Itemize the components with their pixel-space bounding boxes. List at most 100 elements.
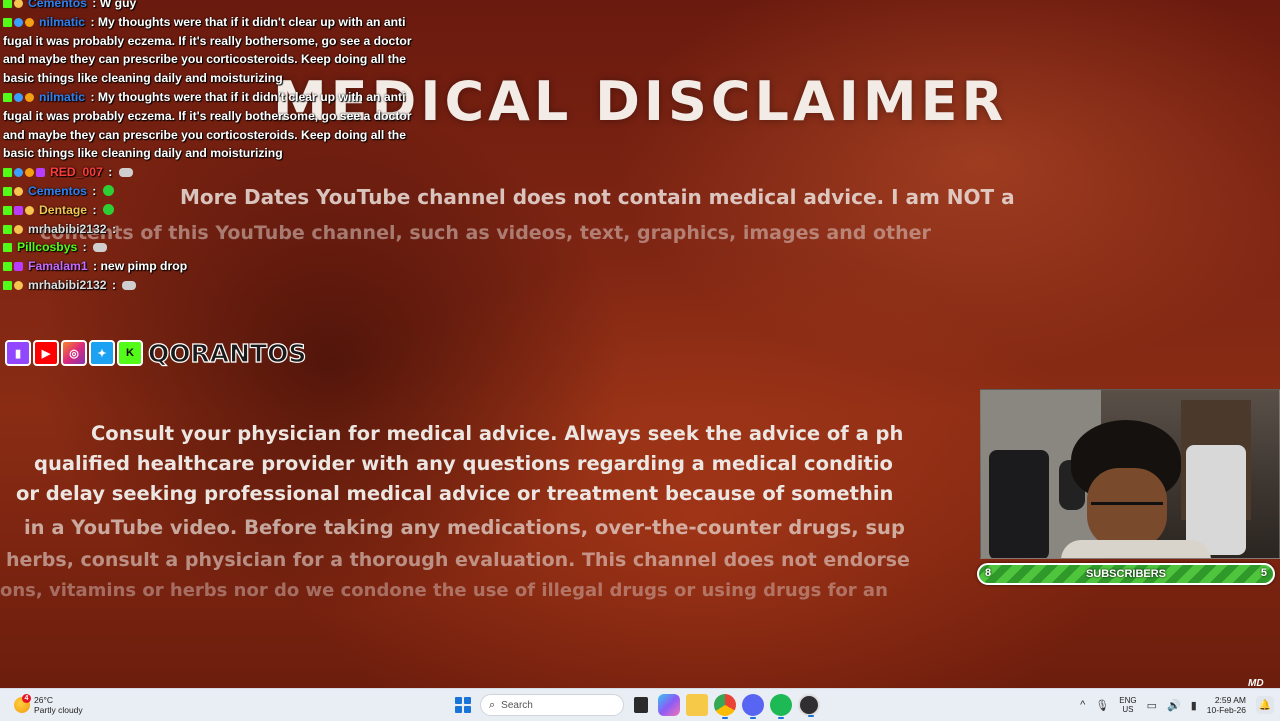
chat-username[interactable]: Cementos	[28, 184, 87, 198]
taskbar-apps: ⌕ Search	[452, 692, 820, 719]
chat-badges	[3, 163, 47, 182]
search-icon: ⌕	[489, 698, 496, 711]
kick-badge-icon	[3, 243, 12, 253]
kick-badge-icon	[3, 186, 12, 196]
chat-message: mrhabibi2132 :	[3, 220, 433, 239]
kick-badge-icon	[3, 168, 12, 178]
clock-time: 2:59 AM	[1214, 695, 1246, 705]
chat-separator: :	[108, 221, 117, 236]
chat-text: W guy	[99, 0, 137, 10]
emote-icon	[122, 280, 137, 290]
chat-message: Cementos : W guy	[3, 0, 433, 13]
webcam-feed	[980, 389, 1280, 559]
weather-badge: 4	[22, 694, 31, 703]
language-indicator[interactable]: ENG US	[1119, 696, 1136, 714]
moon-badge-icon	[14, 186, 23, 196]
emote-icon	[102, 203, 114, 215]
chat-separator: :	[88, 0, 100, 10]
subscriber-label: SUBSCRIBERS	[1085, 568, 1167, 580]
chat-message: Famalam1 : new pimp drop	[3, 257, 433, 276]
spotify-icon[interactable]	[770, 694, 792, 719]
copilot-icon[interactable]	[658, 694, 680, 716]
kick-badge-icon	[3, 280, 12, 290]
kick-badge-icon	[3, 262, 12, 272]
subscriber-goal-bar: 8 SUBSCRIBERS 5	[977, 563, 1275, 585]
chat-username[interactable]: Famalam1	[28, 259, 88, 273]
network-icon[interactable]: ▭	[1147, 699, 1157, 712]
weather-temp: 26°C	[34, 695, 53, 705]
gem-badge-icon	[14, 17, 23, 27]
youtube-icon: ▶	[33, 340, 59, 366]
video-text-line: or delay seeking professional medical ad…	[16, 482, 894, 505]
chat-badges	[3, 238, 14, 257]
chat-message: mrhabibi2132 :	[3, 276, 433, 295]
pink-badge-icon	[14, 205, 23, 215]
start-button[interactable]	[452, 694, 474, 716]
chat-message: Pillcosbys :	[3, 238, 433, 257]
streamer-handle: QORANTOS	[147, 338, 307, 368]
chat-message: nilmatic : My thoughts were that if it d…	[3, 13, 433, 88]
chat-badges	[3, 13, 36, 32]
taskbar: 4 26°C Partly cloudy ⌕ Search ^ 🎙 ENG US…	[0, 688, 1280, 721]
obs-icon[interactable]	[798, 694, 820, 717]
task-view-button[interactable]	[630, 694, 652, 716]
chat-separator: :	[87, 89, 98, 104]
moon-badge-icon	[14, 280, 23, 290]
chat-username[interactable]: mrhabibi2132	[28, 222, 107, 236]
language-code: ENG	[1119, 696, 1137, 705]
chat-message: nilmatic : My thoughts were that if it d…	[3, 88, 433, 163]
notification-icon[interactable]: 🔔	[1256, 696, 1274, 714]
chat-separator: :	[79, 240, 91, 255]
kick-icon: K	[117, 340, 143, 366]
volume-icon[interactable]: 🔊	[1167, 699, 1181, 712]
video-text-line: Consult your physician for medical advic…	[91, 422, 904, 445]
chat-separator: :	[104, 165, 116, 180]
chat-username[interactable]: Cementos	[28, 0, 87, 10]
chat-badges	[3, 182, 25, 201]
social-bar: ▮ ▶ ◎ ✦ K QORANTOS	[5, 336, 307, 370]
chat-username[interactable]: nilmatic	[39, 15, 85, 29]
chat-separator: :	[89, 259, 101, 274]
subscriber-goal: 5	[1260, 567, 1267, 579]
search-box[interactable]: ⌕ Search	[480, 694, 624, 716]
stream-video: MEDICAL DISCLAIMER More Dates YouTube ch…	[0, 0, 1280, 688]
microphone-icon[interactable]: 🎙	[1095, 699, 1109, 712]
moon-badge-icon	[25, 205, 34, 215]
moon-badge-icon	[14, 224, 23, 234]
chat-badges	[3, 276, 25, 295]
system-tray: ^ 🎙 ENG US ▭ 🔊 ▮ 2:59 AM 10-Feb-26 🔔	[1080, 689, 1274, 721]
emote-icon	[93, 243, 108, 253]
kick-badge-icon	[3, 92, 12, 102]
discord-icon[interactable]	[742, 694, 764, 719]
chat-username[interactable]: RED_007	[50, 165, 103, 179]
chat-username[interactable]: mrhabibi2132	[28, 278, 107, 292]
coin-badge-icon	[25, 17, 34, 27]
video-text-line: qualified healthcare provider with any q…	[34, 452, 893, 475]
gem-badge-icon	[14, 168, 23, 178]
twitch-icon: ▮	[5, 340, 31, 366]
chat-separator: :	[89, 202, 100, 217]
file-explorer-icon[interactable]	[686, 694, 708, 716]
clock[interactable]: 2:59 AM 10-Feb-26	[1207, 695, 1246, 715]
chat-separator: :	[88, 183, 100, 198]
video-text-line: ons, vitamins or herbs nor do we condone…	[0, 580, 888, 601]
video-text-line: herbs, consult a physician for a thoroug…	[6, 549, 910, 571]
chrome-icon[interactable]	[714, 694, 736, 719]
chat-separator: :	[87, 14, 98, 29]
search-placeholder: Search	[501, 699, 533, 711]
kick-badge-icon	[3, 17, 12, 27]
battery-icon[interactable]: ▮	[1191, 699, 1197, 712]
chevron-up-icon[interactable]: ^	[1080, 699, 1085, 711]
chat-badges	[3, 201, 36, 220]
emote-icon	[118, 168, 133, 178]
chat-username[interactable]: Pillcosbys	[17, 240, 77, 254]
weather-widget[interactable]: 4 26°C Partly cloudy	[14, 693, 83, 717]
watermark: MD	[1248, 678, 1264, 688]
clock-date: 10-Feb-26	[1206, 705, 1246, 715]
chat-username[interactable]: Dentage	[39, 203, 87, 217]
video-text-line: in a YouTube video. Before taking any me…	[24, 516, 905, 539]
chat-message: Cementos :	[3, 182, 433, 201]
chat-username[interactable]: nilmatic	[39, 90, 85, 104]
kick-badge-icon	[3, 205, 12, 215]
chat-badges	[3, 257, 25, 276]
